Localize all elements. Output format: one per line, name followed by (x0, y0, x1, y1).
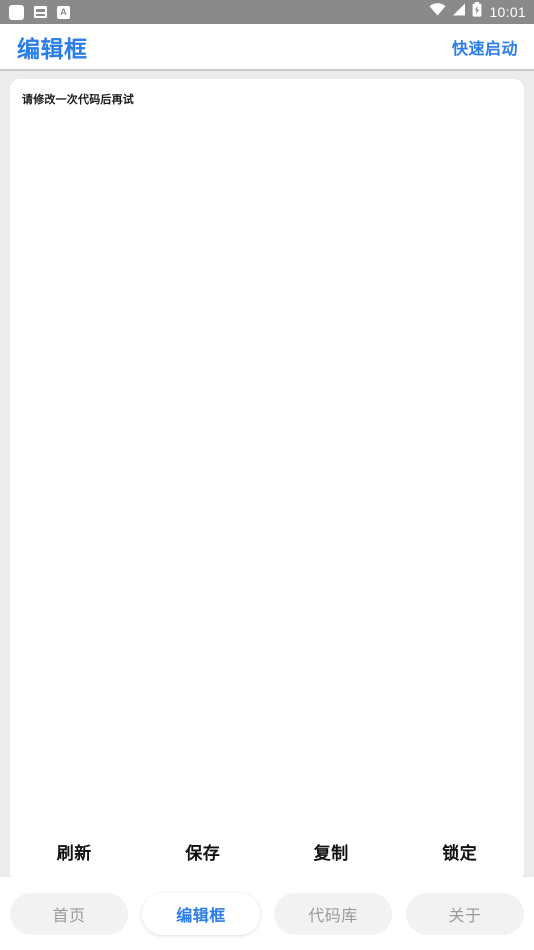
editor-card: 请修改一次代码后再试 刷新 保存 复制 锁定 (10, 79, 524, 877)
editor-input[interactable]: 请修改一次代码后再试 (10, 79, 524, 831)
body-region: 请修改一次代码后再试 刷新 保存 复制 锁定 (0, 71, 534, 877)
a-badge-icon: A (57, 5, 70, 19)
editor-text: 请修改一次代码后再试 (22, 94, 134, 106)
save-button[interactable]: 保存 (139, 831, 268, 877)
tab-editor[interactable]: 编辑框 (142, 892, 260, 935)
status-bar: A 10:01 (0, 0, 534, 24)
tab-code-library[interactable]: 代码库 (274, 892, 392, 935)
bottom-tab-bar: 首页 编辑框 代码库 关于 (0, 877, 534, 950)
signal-icon (452, 3, 466, 21)
wifi-icon (429, 3, 446, 21)
quick-start-button[interactable]: 快速启动 (452, 35, 518, 59)
status-bar-left-icons: A (9, 4, 70, 20)
status-bar-right-icons: 10:01 (429, 2, 526, 22)
app-header: 编辑框 快速启动 (0, 24, 534, 71)
phone-screen: A 10:01 编辑框 快速启动 请修改一次代码后再试 刷新 保存 复制 锁定 … (0, 0, 534, 950)
page-title: 编辑框 (17, 35, 88, 62)
message-icon (34, 6, 47, 18)
battery-charging-icon (472, 2, 482, 22)
status-bar-clock: 10:01 (489, 4, 526, 20)
refresh-button[interactable]: 刷新 (10, 831, 139, 877)
tab-home[interactable]: 首页 (10, 892, 128, 935)
lock-button[interactable]: 锁定 (396, 831, 525, 877)
tab-about[interactable]: 关于 (406, 892, 524, 935)
copy-button[interactable]: 复制 (267, 831, 396, 877)
action-row: 刷新 保存 复制 锁定 (10, 831, 524, 877)
app-square-icon (9, 4, 24, 20)
